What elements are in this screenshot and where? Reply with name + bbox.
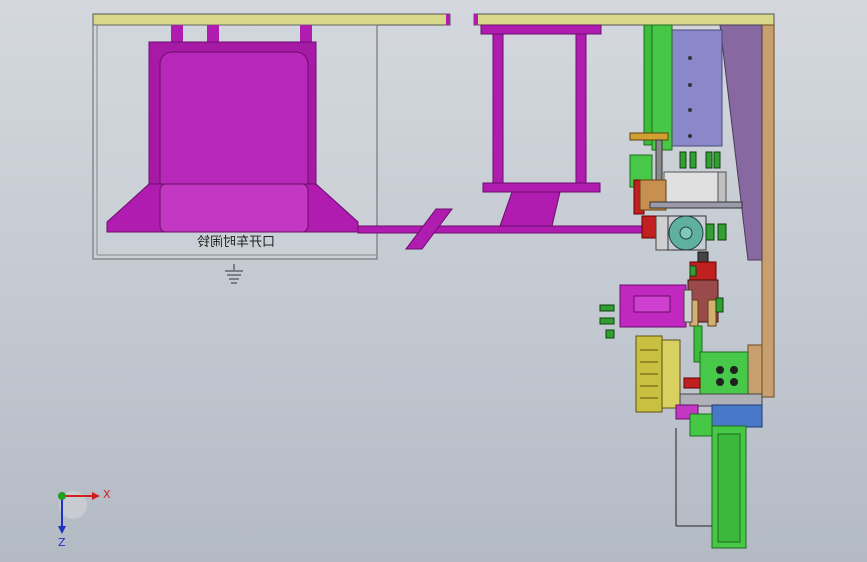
hopper-rod-3 bbox=[300, 25, 312, 43]
gripper-finger-right bbox=[707, 299, 717, 327]
z-axis-label: Z bbox=[58, 536, 66, 549]
top-beam-left bbox=[92, 13, 451, 26]
cad-scene: 口开车时闹铃 X Z bbox=[58, 13, 775, 549]
bolt-3 bbox=[688, 108, 692, 112]
bolt-1 bbox=[688, 56, 692, 60]
yellow-motor-fins bbox=[661, 339, 681, 409]
green-plate-upper bbox=[651, 24, 673, 151]
top-beam-right bbox=[473, 13, 775, 26]
belt-inner bbox=[717, 433, 741, 543]
mid-cylinder-endcap bbox=[683, 289, 693, 323]
valve-side-block bbox=[683, 377, 701, 389]
green-valve-body bbox=[699, 351, 749, 395]
lavender-plate bbox=[671, 29, 723, 147]
fitting-cluster-left bbox=[599, 304, 615, 339]
bolt-2 bbox=[688, 83, 692, 87]
y-axis-dot bbox=[58, 492, 66, 500]
cylinder-end-cap bbox=[717, 171, 727, 205]
hopper-cylinder-front bbox=[159, 183, 309, 233]
motor-flange bbox=[655, 215, 669, 251]
hopper-rod-1 bbox=[171, 25, 183, 43]
beam-end-cap-magenta-2 bbox=[474, 14, 478, 25]
mirrored-text-label: 口开车时闹铃 bbox=[197, 234, 275, 250]
green-vertical-bar bbox=[643, 24, 653, 146]
axis-triad: X Z bbox=[58, 488, 111, 549]
motor-shaft bbox=[679, 226, 693, 240]
white-cylinder-body bbox=[663, 171, 723, 205]
mid-cylinder-inset bbox=[633, 295, 671, 313]
lift-foot bbox=[499, 191, 561, 227]
pneumatic-rod bbox=[655, 139, 663, 181]
bolt-4 bbox=[688, 134, 692, 138]
x-axis-label: X bbox=[103, 488, 111, 501]
pneumatic-bracket bbox=[629, 132, 669, 141]
z-axis-arrow bbox=[58, 526, 66, 534]
fitting-cluster-motor bbox=[705, 223, 727, 241]
x-axis-arrow bbox=[92, 492, 100, 500]
ground-symbol bbox=[225, 264, 243, 284]
beam-end-cap-magenta bbox=[446, 14, 450, 25]
lower-green-bracket bbox=[689, 413, 713, 437]
lift-bottom-plate bbox=[482, 182, 601, 193]
hopper-rod-2 bbox=[207, 25, 219, 43]
lower-base-plate bbox=[679, 393, 763, 407]
blue-plate bbox=[711, 404, 763, 428]
horizontal-rail bbox=[357, 225, 655, 234]
fitting-cluster-top bbox=[679, 151, 721, 169]
grey-rod-horizontal bbox=[649, 201, 743, 209]
lift-top-plate bbox=[480, 24, 602, 35]
right-brown-bracket bbox=[747, 344, 763, 398]
cad-viewport[interactable]: 口开车时闹铃 X Z bbox=[0, 0, 867, 562]
lift-post-left bbox=[492, 33, 504, 185]
right-frame-post bbox=[761, 24, 775, 398]
lift-post-right bbox=[575, 33, 587, 185]
